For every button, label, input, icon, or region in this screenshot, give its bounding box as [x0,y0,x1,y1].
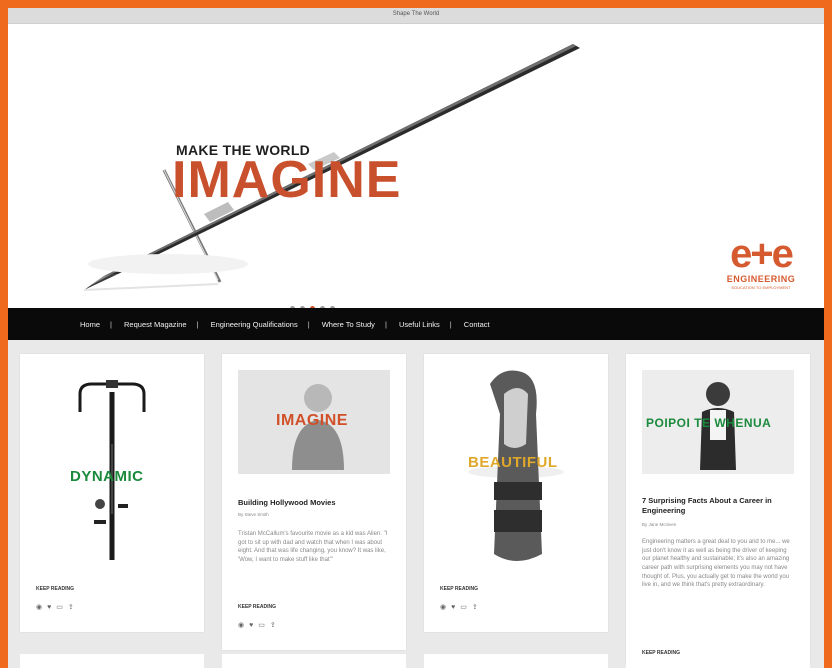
logo-mark: e+e [730,232,794,276]
main-nav: HomeRequest MagazineEngineering Qualific… [8,308,824,340]
article-card[interactable]: IMAGINE Building Hollywood Movies By Ste… [222,354,406,650]
card-overlay: DYNAMIC [70,468,144,485]
article-card[interactable] [222,654,406,668]
card-overlay: IMAGINE [276,412,348,429]
keep-reading-link[interactable]: KEEP READING [36,586,74,592]
comment-icon[interactable]: ▭ [258,622,265,629]
window-titlebar: Shape The World [8,8,824,24]
portrait-image [642,370,794,474]
nav-item[interactable]: Contact [450,320,502,329]
heart-icon[interactable]: ♥ [451,604,455,611]
card-actions: ◉ ♥ ▭ ⇪ [238,622,276,629]
window-title: Shape The World [392,11,440,17]
bicycle-image [78,380,146,560]
article-title[interactable]: Building Hollywood Movies [238,498,336,508]
article-card[interactable] [424,654,608,668]
nav-item[interactable]: Request Magazine [110,320,199,329]
card-overlay: POIPOI TE WHENUA [646,416,772,430]
keep-reading-link[interactable]: KEEP READING [440,586,478,592]
comment-icon[interactable]: ▭ [56,604,63,611]
card-actions: ◉ ♥ ▭ ⇪ [440,604,478,611]
eye-icon[interactable]: ◉ [36,604,42,611]
share-icon[interactable]: ⇪ [472,604,478,611]
article-card[interactable]: DYNAMIC KEEP READING ◉ ♥ ▭ ⇪ [20,354,204,632]
logo-subtitle: EDUCATION TO EMPLOYMENT [731,285,791,290]
share-icon[interactable]: ⇪ [270,622,276,629]
share-icon[interactable]: ⇪ [68,604,74,611]
heart-icon[interactable]: ♥ [249,622,253,629]
nav-item[interactable]: Home [68,320,112,329]
keep-reading-link[interactable]: KEEP READING [238,604,276,610]
article-card[interactable]: POIPOI TE WHENUA 7 Surprising Facts Abou… [626,354,810,664]
logo-word: ENGINEERING [726,274,796,284]
pencil-illustration [83,44,580,291]
article-byline: By Steve Smith [238,512,269,517]
nav-item[interactable]: Useful Links [385,320,452,329]
article-card[interactable] [626,654,810,668]
hero-headline: IMAGINE [172,151,402,209]
engineering-logo[interactable]: e+e ENGINEERING EDUCATION TO EMPLOYMENT [716,234,806,290]
card-overlay: BEAUTIFUL [468,454,558,471]
article-excerpt: Tristan McCallum's favourite movie as a … [238,531,388,564]
nav-item[interactable]: Engineering Qualifications [197,320,310,329]
eye-icon[interactable]: ◉ [238,622,244,629]
article-title[interactable]: 7 Surprising Facts About a Career in Eng… [642,496,794,516]
article-card[interactable] [20,654,204,668]
nav-item[interactable]: Where To Study [308,320,387,329]
comment-icon[interactable]: ▭ [460,604,467,611]
browser-window: Shape The World MAKE THE WORLD IMAGINE e… [8,8,824,668]
card-actions: ◉ ♥ ▭ ⇪ [36,604,74,611]
article-byline: By Jane Mcniven [642,522,677,527]
article-card[interactable]: BEAUTIFUL KEEP READING ◉ ♥ ▭ ⇪ [424,354,608,632]
hero-banner[interactable]: MAKE THE WORLD IMAGINE e+e ENGINEERING E… [8,24,824,316]
eye-icon[interactable]: ◉ [440,604,446,611]
heart-icon[interactable]: ♥ [47,604,51,611]
article-excerpt: Engineering matters a great deal to you … [642,539,790,589]
